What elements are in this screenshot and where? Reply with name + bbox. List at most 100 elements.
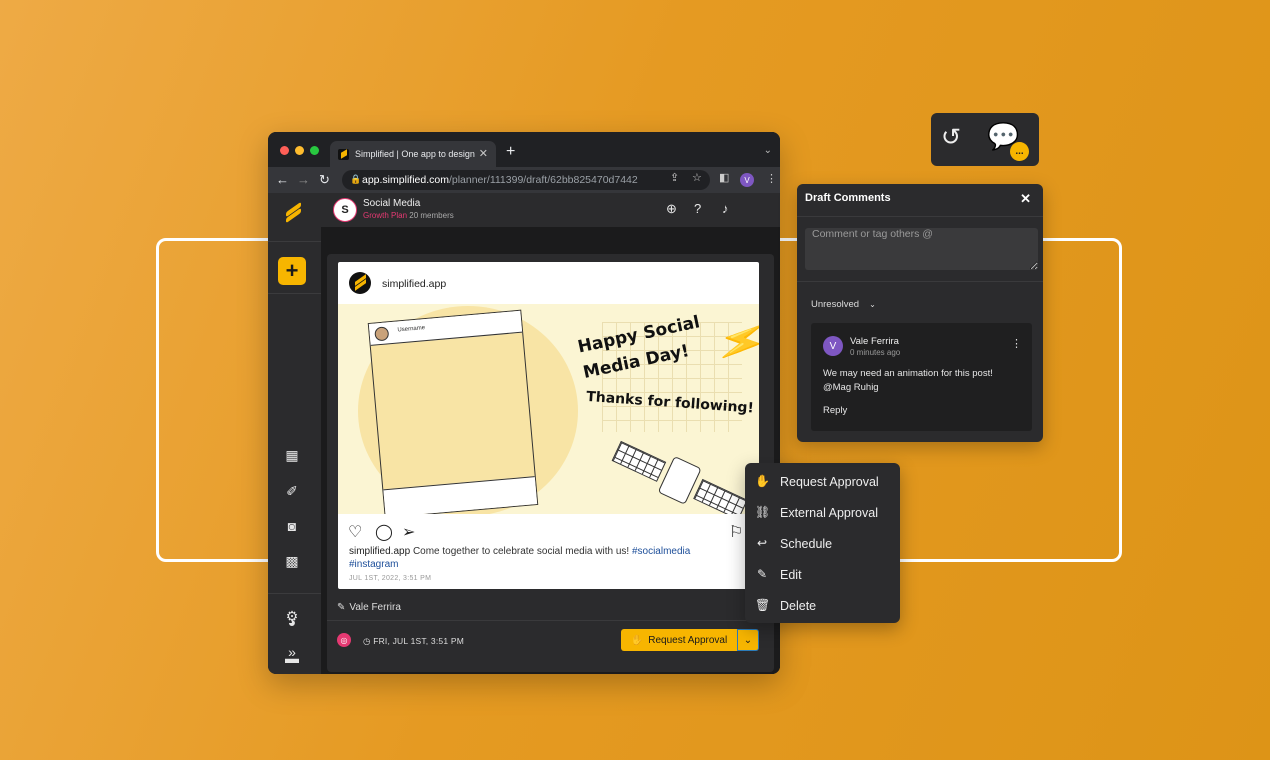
menu-item-schedule[interactable]: ↩ Schedule (745, 529, 900, 559)
design-tools-icon[interactable]: ✐ (283, 482, 301, 500)
gear-icon[interactable]: ⚙ (283, 607, 301, 625)
address-bar: ← → ↻ 🔒 app.simplified.com/planner/11139… (268, 167, 780, 193)
divider (797, 281, 1043, 282)
trash-icon: 🗑 (755, 598, 771, 612)
share-icon[interactable]: ⇪ (670, 171, 679, 184)
menu-item-edit[interactable]: ✎ Edit (745, 560, 900, 590)
history-comments-widget: ↺ 💬 ... (931, 113, 1039, 166)
divider (797, 216, 1043, 217)
help-icon[interactable]: ? (694, 201, 701, 216)
account-name: simplified.app (382, 278, 447, 290)
menu-item-label: Request Approval (780, 475, 879, 489)
caption-user: simplified.app (349, 546, 411, 557)
sidebar-divider (268, 593, 321, 594)
request-approval-button[interactable]: ✋ Request Approval (621, 629, 737, 651)
account-avatar (349, 272, 371, 294)
workspace-avatar[interactable]: S (333, 198, 357, 222)
app-header: S Social Media Growth Plan 20 members ⊕ … (321, 193, 780, 227)
new-tab-icon[interactable]: + (506, 143, 515, 161)
comment-author: Vale Ferrira (850, 336, 899, 347)
menu-item-label: Delete (780, 599, 817, 613)
post-caption: simplified.app Come together to celebrat… (349, 545, 749, 571)
link-icon: ⛓ (755, 505, 771, 519)
workspace-name[interactable]: Social Media (363, 198, 420, 209)
comment-mention: @Mag Ruhig (823, 382, 879, 393)
phone-frame-illustration: Username (367, 309, 539, 514)
request-approval-label: Request Approval (648, 634, 728, 646)
comment-card: V Vale Ferrira 0 minutes ago ⋮ We may ne… (811, 323, 1032, 431)
comment-input[interactable] (805, 228, 1038, 270)
tab-bar: Simplified | One app to design, ✕ + ⌄ (268, 132, 780, 167)
schedule-text: FRI, JUL 1ST, 3:51 PM (373, 636, 464, 646)
close-tab-icon[interactable]: ✕ (479, 147, 488, 160)
star-icon[interactable]: ☆ (692, 171, 702, 184)
back-icon[interactable]: ← (276, 172, 289, 187)
sidepanel-icon[interactable]: ◧ (719, 171, 729, 184)
profile-avatar[interactable]: V (740, 173, 754, 187)
hashtag[interactable]: #socialmedia (632, 546, 690, 557)
caption-text: Come together to celebrate social media … (412, 546, 630, 557)
plan-label: Growth Plan (363, 211, 408, 220)
menu-item-label: Edit (780, 568, 802, 582)
divider (327, 620, 774, 621)
bell-icon[interactable]: ♪ (722, 201, 729, 216)
schedule-time: ◷ FRI, JUL 1ST, 3:51 PM (363, 636, 464, 647)
reply-button[interactable]: Reply (823, 405, 847, 416)
clock-icon: ◷ (363, 636, 371, 646)
app-sidebar: + ▦ ✐ ◙ ▩ ◕ ▬ (268, 193, 321, 674)
instagram-icon: ◎ (337, 633, 351, 647)
bookmark-icon[interactable]: ⚐ (729, 522, 743, 542)
menu-item-external-approval[interactable]: ⛓ External Approval (745, 498, 900, 528)
workspace-subtitle: Growth Plan 20 members (363, 211, 454, 220)
reload-icon[interactable]: ↻ (319, 172, 330, 188)
approval-dropdown-toggle[interactable]: ⌄ (737, 629, 759, 651)
menu-item-label: Schedule (780, 537, 833, 551)
calendar-icon[interactable]: ▩ (283, 552, 301, 570)
hand-icon: ✋ (755, 474, 770, 488)
chevron-down-icon: ⌄ (869, 300, 876, 309)
url-field[interactable]: 🔒 app.simplified.com/planner/111399/draf… (342, 170, 710, 190)
filter-dropdown[interactable]: Unresolved ⌄ (811, 299, 876, 310)
close-icon[interactable]: ✕ (1020, 191, 1031, 207)
browser-menu-icon[interactable]: ⋮ (766, 172, 777, 185)
hand-icon: ✋ (630, 634, 644, 646)
minimize-window-button[interactable] (295, 146, 304, 155)
ai-robot-icon[interactable]: ◙ (283, 517, 301, 535)
simplified-logo[interactable] (282, 201, 304, 224)
dashboard-icon[interactable]: ▦ (283, 446, 301, 464)
forward-icon[interactable]: → (297, 172, 310, 187)
more-options-icon[interactable]: ⋮ (1011, 337, 1022, 350)
chevron-down-icon[interactable]: ⌄ (764, 145, 772, 156)
menu-item-label: External Approval (780, 506, 878, 520)
close-window-button[interactable] (280, 146, 289, 155)
url-path: /planner/111399/draft/62bb825470d7442 (448, 174, 638, 186)
heart-icon[interactable]: ♡ (348, 522, 362, 542)
add-user-icon[interactable]: ⊕ (666, 201, 677, 217)
history-icon[interactable]: ↺ (941, 123, 961, 152)
url-host: app.simplified.com (362, 174, 449, 186)
filter-label: Unresolved (811, 299, 860, 310)
comment-badge: ... (1010, 142, 1029, 161)
menu-item-request-approval[interactable]: ✋ Request Approval (745, 467, 900, 497)
post-actions: ♡ ◯ ➢ ⚐ (348, 522, 758, 542)
pencil-icon: ✎ (756, 567, 768, 581)
panel-title: Draft Comments (805, 192, 891, 204)
hashtag[interactable]: #instagram (349, 559, 398, 570)
reply-icon: ↩ (756, 536, 768, 550)
draft-comments-panel: Draft Comments ✕ Unresolved ⌄ V Vale Ferr… (797, 184, 1043, 442)
approval-menu: ✋ Request Approval ⛓ External Approval ↩ Sc… (745, 463, 900, 623)
comment-time: 0 minutes ago (850, 348, 901, 357)
tab-title: Simplified | One app to design, (355, 149, 475, 159)
pencil-icon: ✎ (337, 602, 346, 613)
create-button[interactable]: + (278, 257, 306, 285)
maximize-window-button[interactable] (310, 146, 319, 155)
avatar: V (823, 336, 843, 356)
comment-icon[interactable]: ◯ (375, 522, 393, 542)
send-icon[interactable]: ➢ (402, 522, 415, 542)
expand-icon[interactable]: » (283, 643, 301, 661)
browser-tab[interactable]: Simplified | One app to design, ✕ (330, 141, 496, 167)
instagram-post-preview: simplified.app Username Happy Social Med… (338, 262, 759, 589)
post-image: Username Happy Social Media Day! Thanks … (338, 304, 759, 514)
menu-item-delete[interactable]: 🗑 Delete (745, 591, 900, 621)
sidebar-divider (268, 293, 321, 294)
